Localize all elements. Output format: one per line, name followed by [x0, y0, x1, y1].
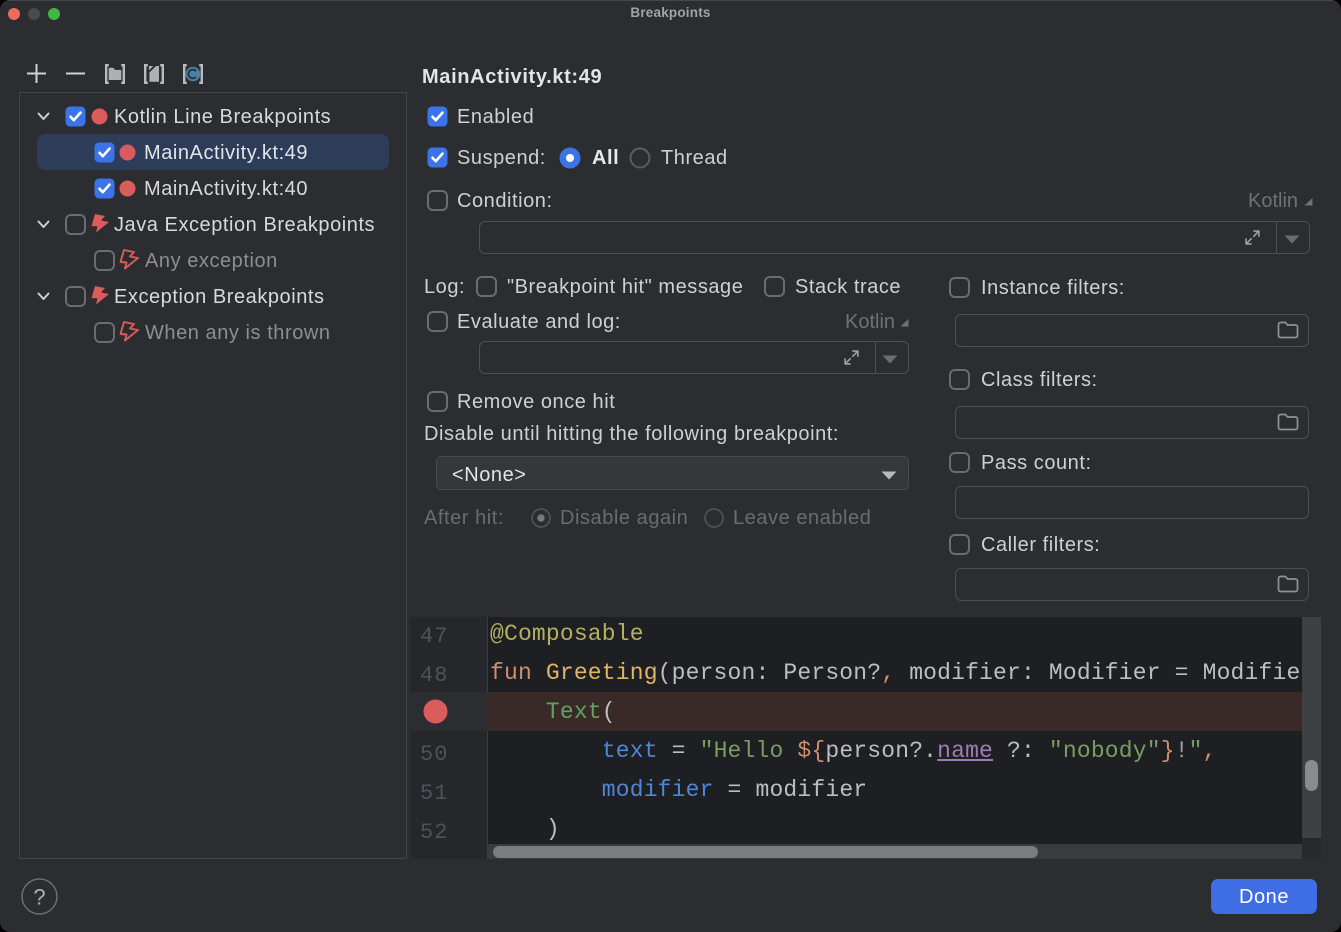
svg-text:?: ? — [33, 885, 45, 910]
